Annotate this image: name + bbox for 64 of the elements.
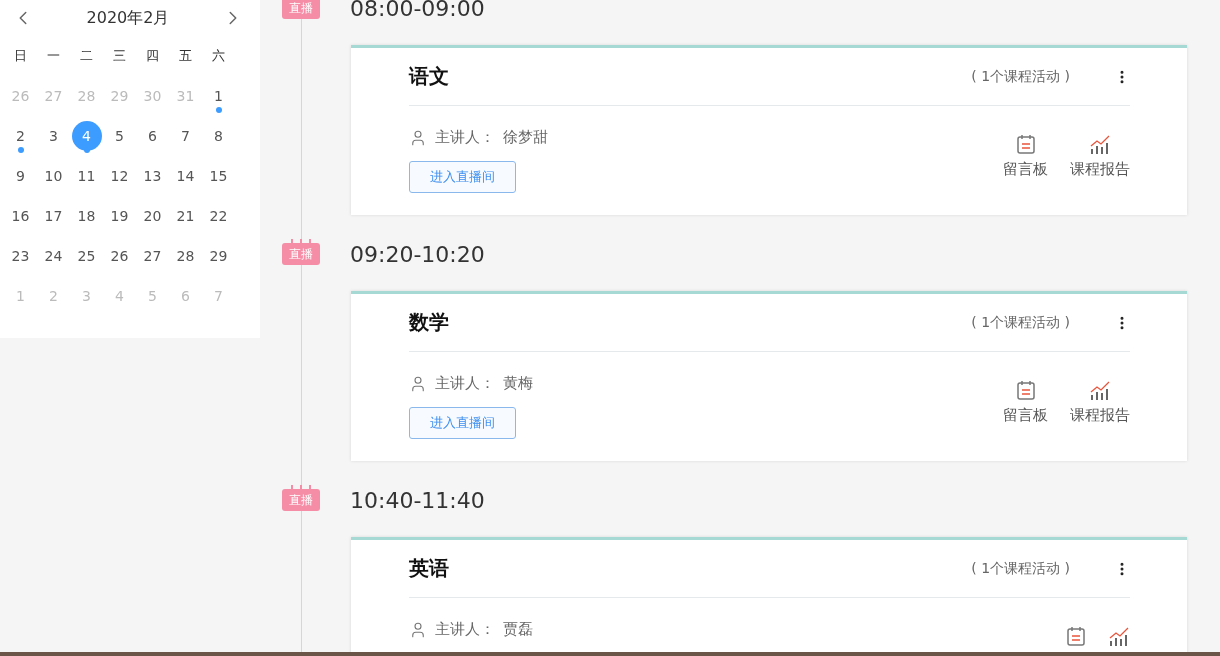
presenter-name: 黄梅	[503, 374, 533, 393]
calendar-day[interactable]: 8	[203, 121, 234, 151]
presenter-label: 主讲人：	[435, 620, 495, 639]
calendar-day[interactable]: 20	[137, 201, 168, 231]
action-link[interactable]: 留言板	[1003, 160, 1048, 179]
course-title: 英语	[409, 555, 450, 582]
calendar-day[interactable]: 22	[203, 201, 234, 231]
calendar-day[interactable]: 16	[5, 201, 36, 231]
action-link[interactable]: 课程报告	[1070, 406, 1130, 425]
activity-count: ( 1个课程活动 )	[971, 559, 1070, 578]
calendar-day[interactable]: 10	[38, 161, 69, 191]
bar-chart-icon	[1089, 134, 1111, 154]
activity-count: ( 1个课程活动 )	[971, 313, 1070, 332]
calendar-day[interactable]: 28	[170, 241, 201, 271]
activity-count: ( 1个课程活动 )	[971, 67, 1070, 86]
calendar-day[interactable]: 5	[104, 121, 135, 151]
weekday-label: 二	[79, 47, 94, 65]
calendar-day[interactable]: 12	[104, 161, 135, 191]
calendar-day[interactable]: 21	[170, 201, 201, 231]
calendar-day[interactable]: 25	[71, 241, 102, 271]
presenter-label: 主讲人：	[435, 128, 495, 147]
clipboard-icon	[1015, 380, 1036, 400]
clipboard-icon	[1015, 134, 1036, 154]
person-icon	[409, 620, 427, 639]
calendar-day[interactable]: 6	[137, 121, 168, 151]
calendar-day[interactable]: 19	[104, 201, 135, 231]
time-range: 09:20-10:20	[350, 241, 485, 267]
calendar-day[interactable]: 15	[203, 161, 234, 191]
calendar-day[interactable]: 9	[5, 161, 36, 191]
calendar-day[interactable]: 17	[38, 201, 69, 231]
live-tag: 直播	[282, 0, 320, 19]
calendar-day[interactable]: 18	[71, 201, 102, 231]
calendar-day[interactable]: 24	[38, 241, 69, 271]
calendar-day[interactable]: 13	[137, 161, 168, 191]
calendar-day[interactable]: 11	[71, 161, 102, 191]
presenter-label: 主讲人：	[435, 374, 495, 393]
calendar-day[interactable]: 1	[203, 81, 234, 111]
clipboard-icon	[1066, 626, 1086, 646]
weekday-label: 一	[46, 47, 61, 65]
calendar-day[interactable]: 23	[5, 241, 36, 271]
weekday-label: 三	[112, 47, 127, 65]
calendar-day[interactable]: 14	[170, 161, 201, 191]
calendar-day[interactable]: 7	[170, 121, 201, 151]
weekday-label: 日	[13, 47, 28, 65]
calendar-day[interactable]: 29	[203, 241, 234, 271]
calendar-day[interactable]: 3	[38, 121, 69, 151]
course-title: 数学	[409, 309, 450, 336]
weekday-label: 六	[211, 47, 226, 65]
presenter-name: 贾磊	[503, 620, 533, 639]
bar-chart-icon	[1089, 380, 1111, 400]
month-title: 2020年2月	[86, 7, 170, 29]
calendar-day[interactable]: 2	[5, 121, 36, 151]
time-range: 10:40-11:40	[350, 487, 485, 513]
action-link[interactable]: 课程报告	[1070, 160, 1130, 179]
action-link[interactable]: 留言板	[1003, 406, 1048, 425]
calendar-day[interactable]: 26	[104, 241, 135, 271]
person-icon	[409, 128, 427, 147]
weekday-label: 五	[178, 47, 193, 65]
calendar-day[interactable]: 27	[137, 241, 168, 271]
weekday-label: 四	[145, 47, 160, 65]
presenter-name: 徐梦甜	[503, 128, 548, 147]
bar-chart-icon	[1108, 626, 1130, 646]
course-title: 语文	[409, 63, 450, 90]
person-icon	[409, 374, 427, 393]
